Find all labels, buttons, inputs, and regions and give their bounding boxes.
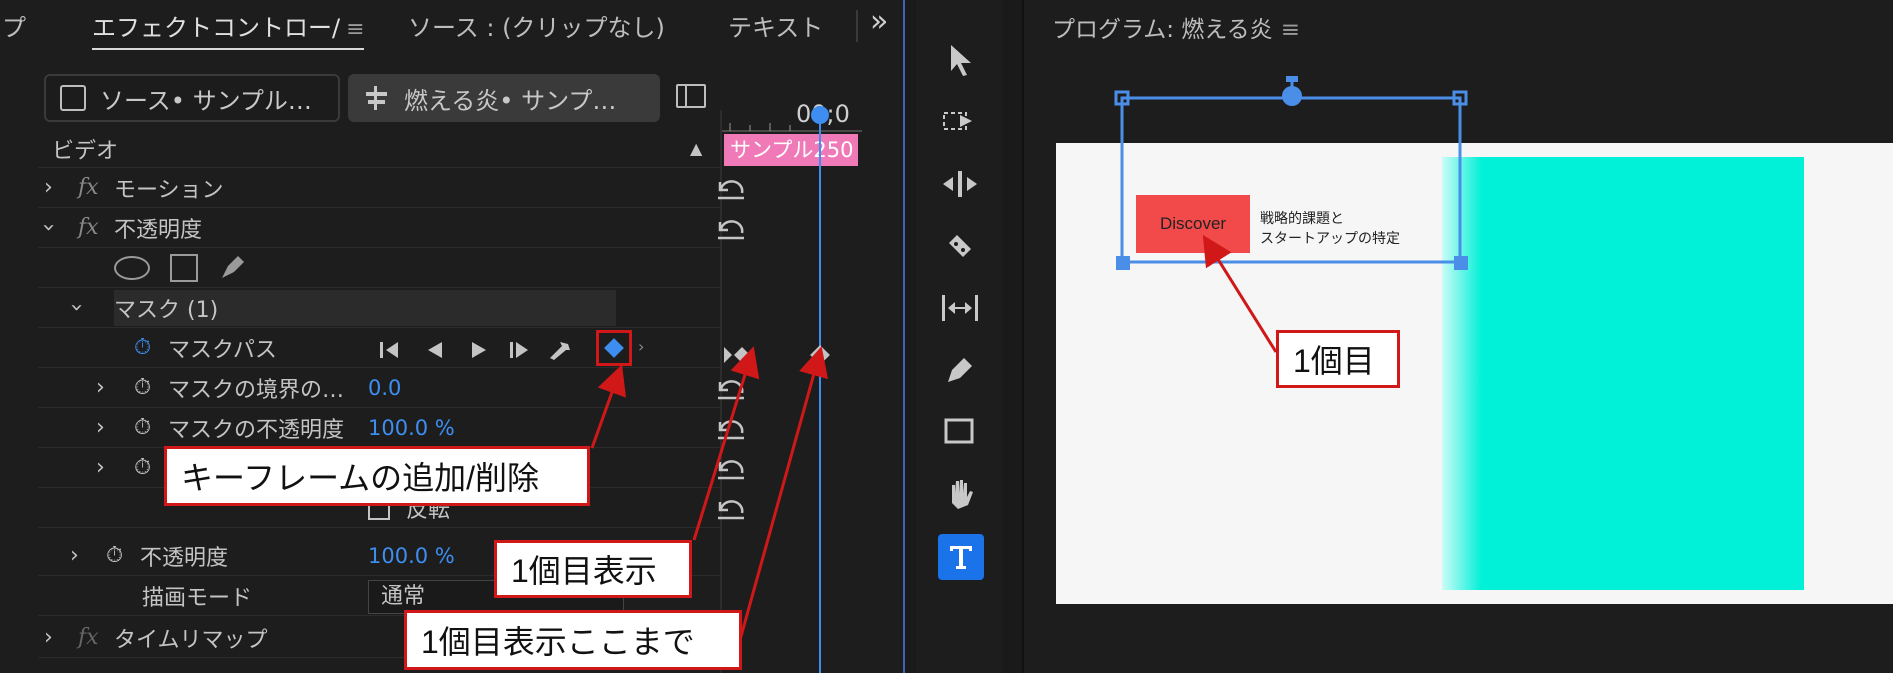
- callout-first-display: 1個目表示: [494, 540, 692, 598]
- callout-add-remove-keyframe: キーフレームの追加/削除: [164, 446, 590, 506]
- annotation-arrows: [590, 234, 1278, 641]
- callout-first: 1個目: [1276, 330, 1400, 388]
- callout-first-display-until: 1個目表示ここまで: [404, 610, 742, 670]
